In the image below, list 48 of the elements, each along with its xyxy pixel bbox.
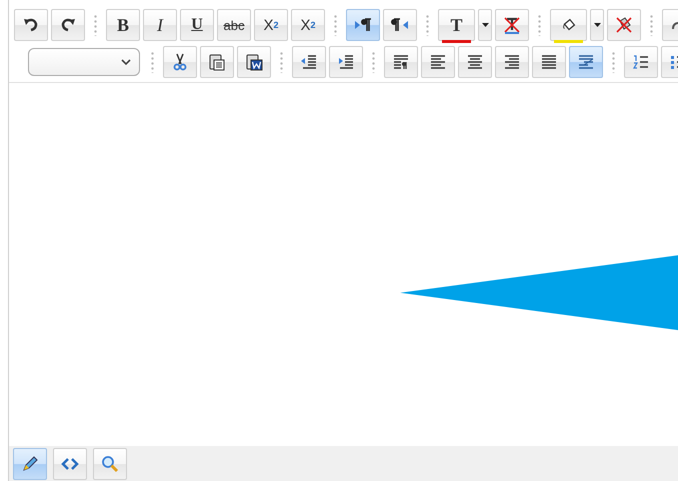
toolbar-grip[interactable] (372, 51, 375, 73)
undo-button[interactable] (14, 9, 48, 41)
text-wrap-button[interactable] (569, 46, 603, 78)
toolbar-grip[interactable] (426, 14, 429, 36)
bold-button[interactable]: B (106, 9, 140, 41)
remove-fill-button[interactable] (607, 9, 641, 41)
fill-color-button[interactable] (550, 9, 587, 41)
toolbar-grip[interactable] (650, 14, 653, 36)
outdent-button[interactable] (292, 46, 326, 78)
indent-button[interactable] (329, 46, 363, 78)
italic-button[interactable]: I (143, 9, 177, 41)
pencil-icon (20, 454, 40, 474)
align-justify-button[interactable] (532, 46, 566, 78)
remove-text-color-button[interactable] (495, 9, 529, 41)
pencil-mode-button[interactable] (13, 448, 47, 480)
strikethrough-button[interactable]: abc (217, 9, 251, 41)
clipboard-word-button[interactable] (237, 46, 271, 78)
chevron-down-icon (121, 58, 131, 66)
text-color-button[interactable]: T (438, 9, 475, 41)
toolbar-grip[interactable] (612, 51, 615, 73)
align-center-button[interactable] (458, 46, 492, 78)
align-right-button[interactable] (495, 46, 529, 78)
caret-icon (482, 23, 488, 27)
numbered-list-button[interactable] (624, 46, 658, 78)
right-to-left-button[interactable] (383, 9, 417, 41)
underline-button[interactable]: U (180, 9, 214, 41)
toolbar-grip[interactable] (151, 51, 154, 73)
align-left-button[interactable] (421, 46, 455, 78)
superscript-button[interactable]: X$^{2}$ (291, 9, 325, 41)
clipboard-icon (207, 52, 227, 72)
left-to-right-button[interactable] (346, 9, 380, 41)
toolbar-grip[interactable] (280, 51, 283, 73)
dropdown-button[interactable] (478, 9, 492, 41)
remove-fill-icon (614, 15, 634, 35)
dropdown-button[interactable] (590, 9, 604, 41)
magnifier-icon (100, 454, 120, 474)
remove-text-color-icon (502, 15, 522, 35)
toolbar-grip[interactable] (538, 14, 541, 36)
magnifier-mode-button[interactable] (93, 448, 127, 480)
toolbar-grip[interactable] (94, 14, 97, 36)
toolbar-grip[interactable] (334, 14, 337, 36)
redo-button[interactable] (51, 9, 85, 41)
clipboard-word-icon (244, 52, 264, 72)
code-mode-button[interactable] (53, 448, 87, 480)
caret-icon (594, 23, 600, 27)
clipboard-button[interactable] (200, 46, 234, 78)
paragraph-align-button[interactable] (384, 46, 418, 78)
scissors-button[interactable] (163, 46, 197, 78)
